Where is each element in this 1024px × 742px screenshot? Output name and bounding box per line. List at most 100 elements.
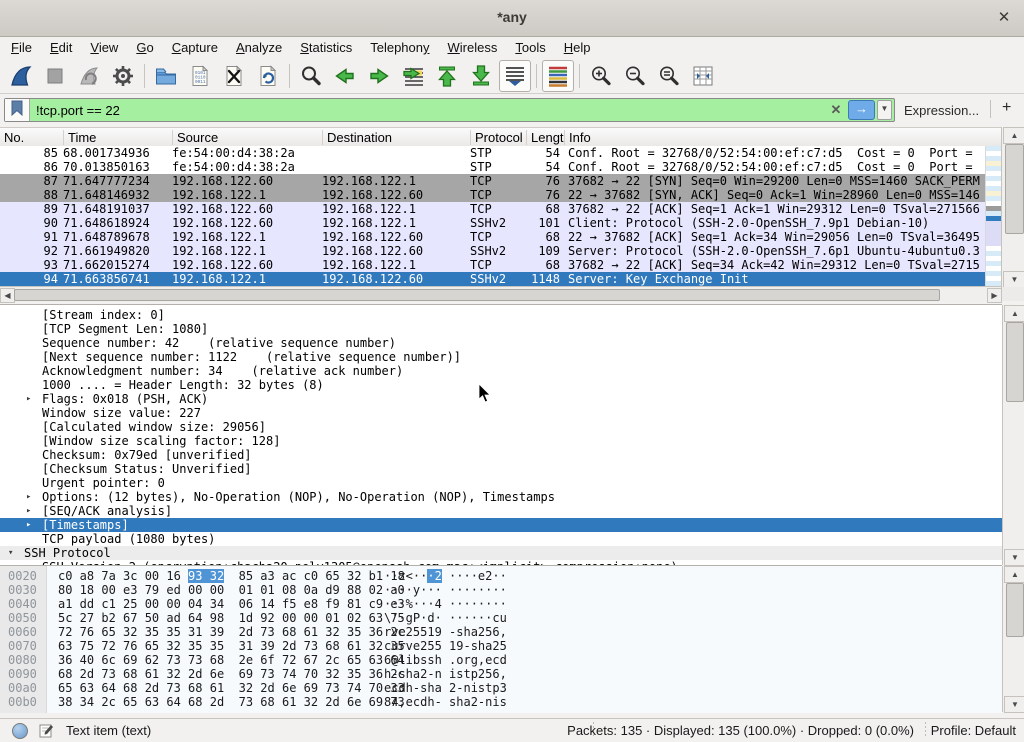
hex-bytes[interactable]: 65 63 64 68 2d 73 68 61 32 2d 6e 69 73 7…	[58, 681, 405, 695]
hex-row-0040[interactable]: 0040a1 dd c1 25 00 00 04 34 06 14 f5 e8 …	[0, 597, 1002, 611]
save-file-button[interactable]: 010101100011	[184, 60, 216, 92]
hex-bytes[interactable]: 5c 27 b2 67 50 ad 64 98 1d 92 00 00 01 0…	[58, 611, 405, 625]
detail-line[interactable]: [TCP Segment Len: 1080]	[0, 322, 1002, 336]
detail-line[interactable]: ▾SSH Protocol	[0, 546, 1002, 560]
hex-selected-bytes[interactable]: 93 32	[188, 569, 224, 583]
hex-ascii[interactable]: curve255 19-sha25	[384, 639, 507, 653]
collapsed-arrow-icon[interactable]: ▸	[26, 518, 31, 532]
packet-row-85[interactable]: 8568.001734936fe:54:00:d4:38:2aSTP54Conf…	[0, 146, 1001, 160]
close-window-button[interactable]: ✕	[994, 8, 1014, 28]
packet-row-89[interactable]: 8971.648191037192.168.122.60192.168.122.…	[0, 202, 1001, 216]
hex-ascii[interactable]: ecdh-sha 2-nistp3	[384, 681, 507, 695]
packet-row-92[interactable]: 9271.661949820192.168.122.1192.168.122.6…	[0, 244, 1001, 258]
detail-line[interactable]: Urgent pointer: 0	[0, 476, 1002, 490]
hex-ascii[interactable]: ····y··· ········	[384, 583, 507, 597]
detail-line[interactable]: 1000 .... = Header Length: 32 bytes (8)	[0, 378, 1002, 392]
packet-row-86[interactable]: 8670.013850163fe:54:00:d4:38:2aSTP54Conf…	[0, 160, 1001, 174]
detail-line[interactable]: [Checksum Status: Unverified]	[0, 462, 1002, 476]
collapsed-arrow-icon[interactable]: ▸	[26, 490, 31, 504]
ascii-selected-chars[interactable]: ·2	[427, 569, 441, 583]
packet-row-90[interactable]: 9071.648618924192.168.122.60192.168.122.…	[0, 216, 1001, 230]
restart-capture-button[interactable]	[73, 60, 105, 92]
hex-ascii[interactable]: 84,ecdh- sha2-nis	[384, 695, 507, 709]
stop-capture-button[interactable]	[39, 60, 71, 92]
expanded-arrow-icon[interactable]: ▾	[8, 546, 13, 560]
hex-ascii[interactable]: ···%···4 ········	[384, 597, 507, 611]
packet-row-87[interactable]: 8771.647777234192.168.122.60192.168.122.…	[0, 174, 1001, 188]
packet-list-hscrollbar[interactable]: ◀ ▶	[0, 286, 1001, 302]
capture-comment-icon[interactable]	[38, 722, 54, 741]
hex-row-0020[interactable]: 0020c0 a8 7a 3c 00 16 93 32 85 a3 ac c0 …	[0, 569, 1002, 583]
hex-ascii[interactable]: ··z<···2 ····e2··	[384, 569, 507, 583]
reload-file-button[interactable]	[252, 60, 284, 92]
detail-line[interactable]: [Next sequence number: 1122 (relative se…	[0, 350, 1002, 364]
scroll-up-icon[interactable]: ▲	[1004, 305, 1024, 322]
packet-list-vscrollbar[interactable]: ▲ ▼	[1001, 127, 1024, 287]
hex-bytes[interactable]: 63 75 72 76 65 32 35 35 31 39 2d 73 68 6…	[58, 639, 405, 653]
menu-edit[interactable]: Edit	[41, 40, 81, 55]
zoom-reset-button[interactable]	[653, 60, 685, 92]
hex-bytes[interactable]: c0 a8 7a 3c 00 16 93 32 85 a3 ac c0 65 3…	[58, 569, 405, 583]
scrollbar-thumb[interactable]	[1005, 144, 1024, 234]
resize-columns-button[interactable]	[687, 60, 719, 92]
scrollbar-thumb[interactable]	[14, 289, 940, 301]
zoom-out-button[interactable]	[619, 60, 651, 92]
column-header-source[interactable]: Source	[172, 130, 322, 145]
column-header-length[interactable]: Length	[526, 130, 564, 145]
hex-vscrollbar[interactable]: ▲ ▼	[1002, 566, 1024, 712]
hex-row-0090[interactable]: 009068 2d 73 68 61 32 2d 6e 69 73 74 70 …	[0, 667, 1002, 681]
go-back-button[interactable]	[329, 60, 361, 92]
hex-ascii[interactable]: 6@libssh .org,ecd	[384, 653, 507, 667]
hex-ascii[interactable]: \'·gP·d· ······cu	[384, 611, 507, 625]
hex-row-0080[interactable]: 008036 40 6c 69 62 73 73 68 2e 6f 72 67 …	[0, 653, 1002, 667]
hex-bytes[interactable]: 36 40 6c 69 62 73 73 68 2e 6f 72 67 2c 6…	[58, 653, 405, 667]
colorize-button[interactable]	[542, 60, 574, 92]
open-file-button[interactable]	[150, 60, 182, 92]
detail-line[interactable]: Checksum: 0x79ed [unverified]	[0, 448, 1002, 462]
scroll-right-icon[interactable]: ▶	[987, 288, 1002, 303]
close-file-button[interactable]	[218, 60, 250, 92]
scroll-left-icon[interactable]: ◀	[0, 288, 15, 303]
menu-tools[interactable]: Tools	[506, 40, 554, 55]
detail-line[interactable]: ▸[SEQ/ACK analysis]	[0, 504, 1002, 518]
detail-line[interactable]: [Calculated window size: 29056]	[0, 420, 1002, 434]
scroll-up-icon[interactable]: ▲	[1003, 127, 1024, 144]
hex-bytes[interactable]: 68 2d 73 68 61 32 2d 6e 69 73 74 70 32 3…	[58, 667, 405, 681]
auto-scroll-button[interactable]	[499, 60, 531, 92]
column-header-time[interactable]: Time	[63, 130, 172, 145]
packet-row-94[interactable]: 9471.663856741192.168.122.1192.168.122.6…	[0, 272, 1001, 286]
detail-line[interactable]: ▸Options: (12 bytes), No-Operation (NOP)…	[0, 490, 1002, 504]
filter-bookmark-button[interactable]	[5, 99, 30, 121]
scroll-up-icon[interactable]: ▲	[1004, 566, 1024, 583]
filter-add-button[interactable]: +	[1002, 99, 1011, 117]
go-forward-button[interactable]	[363, 60, 395, 92]
packet-row-93[interactable]: 9371.662015274192.168.122.60192.168.122.…	[0, 258, 1001, 272]
menu-view[interactable]: View	[81, 40, 127, 55]
column-header-destination[interactable]: Destination	[322, 130, 470, 145]
detail-line[interactable]: Acknowledgment number: 34 (relative ack …	[0, 364, 1002, 378]
go-first-button[interactable]	[431, 60, 463, 92]
detail-line[interactable]: TCP payload (1080 bytes)	[0, 532, 1002, 546]
scroll-down-icon[interactable]: ▼	[1004, 696, 1024, 713]
collapsed-arrow-icon[interactable]: ▸	[26, 504, 31, 518]
hex-row-0060[interactable]: 006072 76 65 32 35 35 31 39 2d 73 68 61 …	[0, 625, 1002, 639]
detail-line[interactable]: [Window size scaling factor: 128]	[0, 434, 1002, 448]
go-to-packet-button[interactable]	[397, 60, 429, 92]
column-header-protocol[interactable]: Protocol	[470, 130, 526, 145]
menu-analyze[interactable]: Analyze	[227, 40, 291, 55]
packet-row-88[interactable]: 8871.648146932192.168.122.1192.168.122.6…	[0, 188, 1001, 202]
scrollbar-thumb[interactable]	[1006, 583, 1024, 637]
hex-row-0070[interactable]: 007063 75 72 76 65 32 35 35 31 39 2d 73 …	[0, 639, 1002, 653]
scroll-down-icon[interactable]: ▼	[1004, 549, 1024, 566]
hex-bytes[interactable]: 80 18 00 e3 79 ed 00 00 01 01 08 0a d9 8…	[58, 583, 405, 597]
menu-statistics[interactable]: Statistics	[291, 40, 361, 55]
filter-dropdown-icon[interactable]: ▼	[877, 100, 892, 120]
menu-telephony[interactable]: Telephony	[361, 40, 438, 55]
detail-vscrollbar[interactable]: ▲ ▼	[1002, 305, 1024, 565]
detail-line[interactable]: ▸[Timestamps]	[0, 518, 1002, 532]
menu-wireless[interactable]: Wireless	[439, 40, 507, 55]
detail-line[interactable]: Window size value: 227	[0, 406, 1002, 420]
scrollbar-thumb[interactable]	[1006, 322, 1024, 402]
scroll-down-icon[interactable]: ▼	[1003, 271, 1024, 288]
hex-row-0030[interactable]: 003080 18 00 e3 79 ed 00 00 01 01 08 0a …	[0, 583, 1002, 597]
